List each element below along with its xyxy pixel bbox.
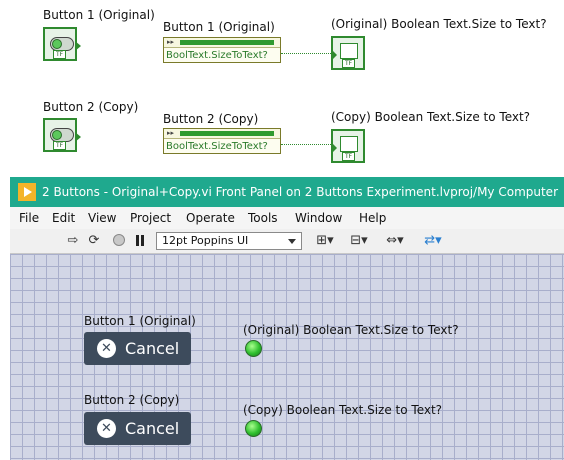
led-indicator-1 (245, 340, 262, 357)
distribute-icon[interactable]: ⊟▾ (346, 232, 372, 250)
led-indicator-2 (245, 420, 262, 437)
reference-bar: ▸▸ (164, 38, 280, 48)
resize-icon[interactable]: ⇔▾ (382, 232, 408, 250)
boolean-toggle-icon (50, 37, 74, 51)
tf-tag: TF (342, 59, 356, 68)
font-select[interactable]: 12pt Poppins UI (156, 232, 302, 250)
output-arrow-icon (75, 41, 81, 51)
bd-indicator2-terminal[interactable]: TF (331, 129, 365, 163)
close-icon: ✕ (97, 339, 116, 358)
cancel-button-text: Cancel (125, 339, 180, 358)
reorder-icon[interactable]: ⇄▾ (420, 232, 446, 250)
wire-1 (281, 53, 331, 54)
bd-propnode1-label: Button 1 (Original) (163, 20, 275, 34)
run-continuously-icon[interactable]: ⟳ (85, 232, 103, 250)
property-node-2[interactable]: ▸▸ BoolText.SizeToText? (163, 128, 281, 154)
window-title: 2 Buttons - Original+Copy.vi Front Panel… (42, 185, 558, 199)
title-bar[interactable]: 2 Buttons - Original+Copy.vi Front Panel… (10, 177, 564, 207)
cancel-button-text: Cancel (125, 419, 180, 438)
chevron-down-icon (288, 239, 296, 244)
bd-button1-terminal[interactable]: TF (43, 27, 81, 61)
bd-indicator1-label: (Original) Boolean Text.Size to Text? (331, 17, 547, 31)
menu-bar: File Edit View Project Operate Tools Win… (10, 207, 564, 229)
bd-button1-label: Button 1 (Original) (43, 8, 155, 22)
property-name: BoolText.SizeToText? (166, 50, 268, 61)
cancel-button-1[interactable]: ✕ Cancel (84, 332, 191, 365)
menu-help[interactable]: Help (356, 207, 389, 229)
bd-button2-terminal[interactable]: TF (43, 118, 81, 152)
align-icon[interactable]: ⊞▾ (312, 232, 338, 250)
fp-button1-label: Button 1 (Original) (84, 314, 196, 328)
close-icon: ✕ (97, 419, 116, 438)
bd-indicator1-terminal[interactable]: TF (331, 36, 365, 70)
front-panel-window: 2 Buttons - Original+Copy.vi Front Panel… (10, 177, 564, 460)
bd-propnode2-label: Button 2 (Copy) (163, 112, 259, 126)
menu-operate[interactable]: Operate (183, 207, 238, 229)
menu-window[interactable]: Window (292, 207, 345, 229)
toolbar: ⇨ ⟳ 12pt Poppins UI ⊞▾ ⊟▾ ⇔▾ ⇄▾ (10, 229, 564, 254)
fp-button2-label: Button 2 (Copy) (84, 393, 180, 407)
tf-tag: TF (342, 152, 356, 161)
abort-icon[interactable] (113, 234, 125, 246)
input-arrow-icon (332, 50, 337, 60)
cancel-button-2[interactable]: ✕ Cancel (84, 412, 191, 445)
bd-button2-label: Button 2 (Copy) (43, 100, 139, 114)
menu-view[interactable]: View (85, 207, 119, 229)
menu-project[interactable]: Project (127, 207, 174, 229)
input-arrow-icon (332, 143, 337, 153)
indicator-box-icon (340, 136, 358, 152)
property-node-1[interactable]: ▸▸ BoolText.SizeToText? (163, 37, 281, 63)
output-arrow-icon (75, 132, 81, 142)
tf-tag: TF (53, 141, 67, 150)
pause-icon[interactable] (135, 235, 145, 246)
wire-2 (281, 144, 331, 145)
front-panel-canvas: Button 1 (Original) ✕ Cancel (Original) … (10, 254, 564, 460)
boolean-toggle-icon (50, 128, 74, 142)
indicator-box-icon (340, 43, 358, 59)
property-name: BoolText.SizeToText? (166, 141, 268, 152)
run-arrow-icon[interactable]: ⇨ (64, 232, 82, 250)
labview-app-icon (18, 183, 36, 201)
tf-tag: TF (53, 50, 67, 59)
menu-tools[interactable]: Tools (245, 207, 281, 229)
font-select-value: 12pt Poppins UI (162, 234, 249, 247)
reference-bar: ▸▸ (164, 129, 280, 139)
menu-file[interactable]: File (16, 207, 42, 229)
fp-indicator1-label: (Original) Boolean Text.Size to Text? (243, 323, 459, 337)
menu-edit[interactable]: Edit (49, 207, 78, 229)
fp-indicator2-label: (Copy) Boolean Text.Size to Text? (243, 403, 443, 417)
bd-indicator2-label: (Copy) Boolean Text.Size to Text? (331, 110, 531, 124)
